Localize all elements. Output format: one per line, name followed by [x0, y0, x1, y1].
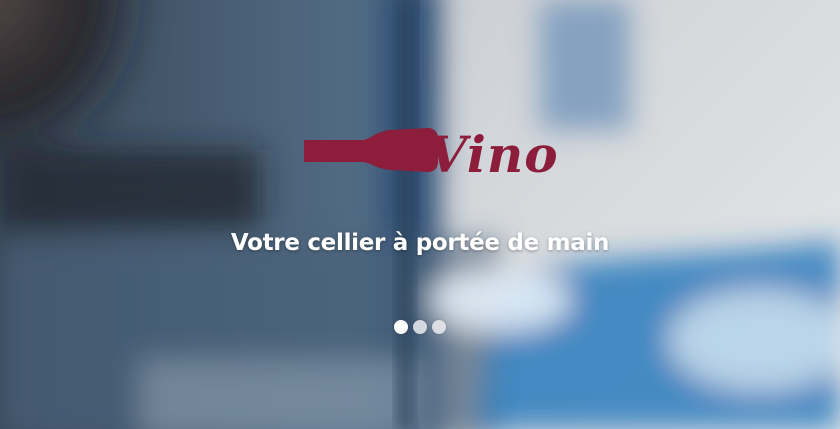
carousel-dot-2[interactable] [413, 320, 427, 334]
hero-tagline: Votre cellier à portée de main [230, 230, 610, 256]
vino-logo: Vino [304, 125, 559, 184]
hero-background-image [0, 0, 840, 429]
carousel-dot-3[interactable] [432, 320, 446, 334]
carousel-dot-1[interactable] [394, 320, 408, 334]
brand-wordmark: Vino [428, 125, 559, 184]
bottle-icon [304, 128, 438, 172]
carousel-indicators [0, 320, 840, 334]
hero-section: Vino Vino Votre cellier à portée de main [0, 0, 840, 429]
